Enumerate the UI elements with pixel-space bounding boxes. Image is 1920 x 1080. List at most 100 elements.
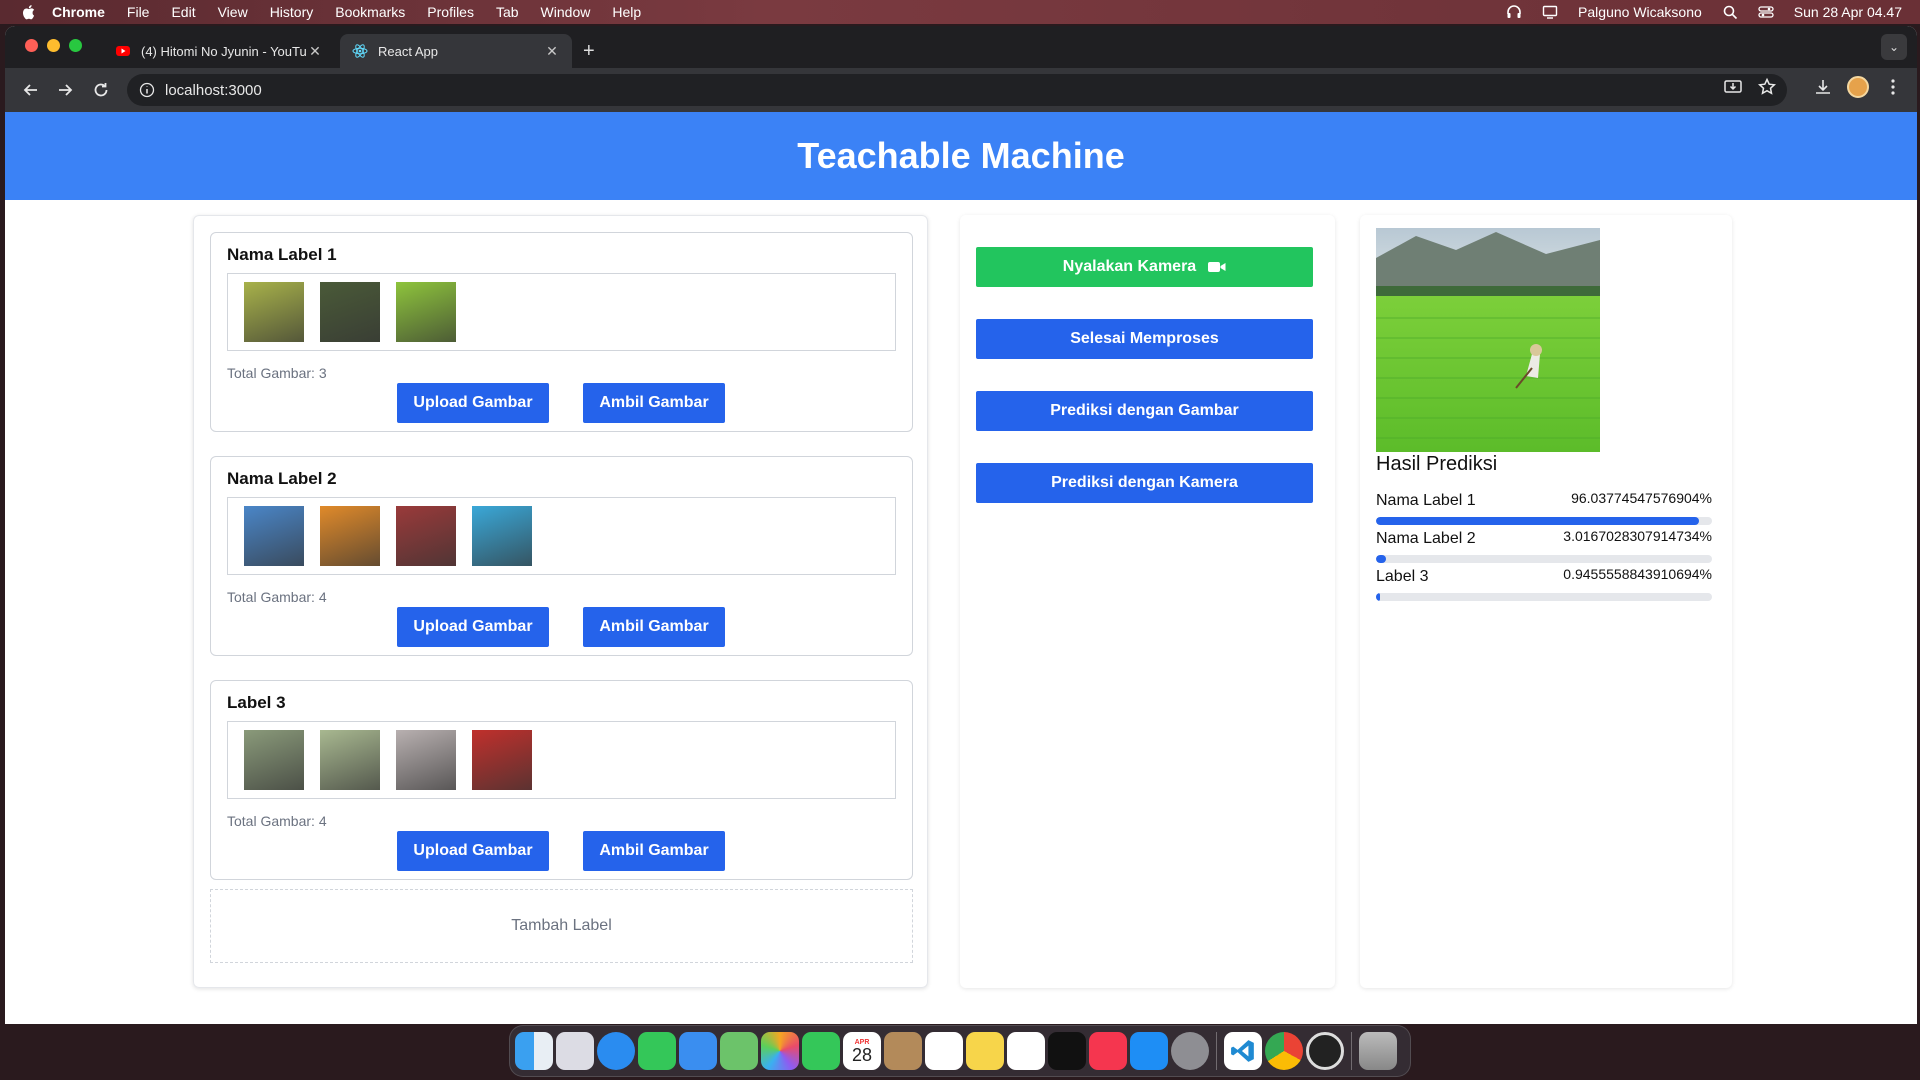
prediction-label: Nama Label 2 — [1376, 530, 1476, 547]
obs-icon[interactable] — [1306, 1032, 1344, 1070]
close-tab-icon[interactable]: ✕ — [307, 43, 323, 60]
chrome-icon[interactable] — [1265, 1032, 1303, 1070]
menu-bookmarks[interactable]: Bookmarks — [335, 4, 405, 20]
add-label-button[interactable]: Tambah Label — [210, 889, 913, 963]
menu-file[interactable]: File — [127, 4, 150, 20]
prediction-label: Label 3 — [1376, 568, 1429, 585]
label-image-thumbnail[interactable] — [244, 506, 304, 566]
photos-icon[interactable] — [761, 1032, 799, 1070]
upload-image-button[interactable]: Upload Gambar — [397, 831, 549, 871]
label-image-thumbnail[interactable] — [244, 282, 304, 342]
minimize-window-button[interactable] — [47, 39, 60, 52]
label-image-thumbnail[interactable] — [320, 506, 380, 566]
label-image-thumbnail[interactable] — [320, 282, 380, 342]
facetime-icon[interactable] — [802, 1032, 840, 1070]
label-image-thumbnail[interactable] — [472, 730, 532, 790]
label-name[interactable]: Label 3 — [227, 693, 286, 713]
maps-icon[interactable] — [720, 1032, 758, 1070]
label-card: Nama Label 1 Total Gambar: 3 Upload Gamb… — [210, 232, 913, 432]
tab-youtube[interactable]: (4) Hitomi No Jyunin - YouTube ✕ — [103, 34, 335, 68]
menu-profiles[interactable]: Profiles — [427, 4, 474, 20]
prediction-value: 0.9455558843910694% — [1563, 566, 1712, 582]
finder-icon[interactable] — [515, 1032, 553, 1070]
menu-datetime[interactable]: Sun 28 Apr 04.47 — [1794, 4, 1902, 20]
menu-edit[interactable]: Edit — [171, 4, 195, 20]
site-info-icon[interactable] — [139, 82, 155, 98]
music-icon[interactable] — [1089, 1032, 1127, 1070]
prediction-progress-track — [1376, 555, 1712, 563]
capture-image-button[interactable]: Ambil Gambar — [583, 607, 725, 647]
prediction-label: Nama Label 1 — [1376, 492, 1476, 509]
label-image-thumbnail[interactable] — [320, 730, 380, 790]
vscode-icon[interactable] — [1224, 1032, 1262, 1070]
label-card: Nama Label 2 Total Gambar: 4 Upload Gamb… — [210, 456, 913, 656]
capture-image-button[interactable]: Ambil Gambar — [583, 831, 725, 871]
spotlight-search-icon[interactable] — [1722, 4, 1738, 20]
prediction-value: 96.03774547576904% — [1571, 490, 1712, 506]
tab-search-icon[interactable]: ⌄ — [1881, 34, 1907, 60]
reminders-icon[interactable] — [925, 1032, 963, 1070]
launchpad-icon[interactable] — [556, 1032, 594, 1070]
menu-help[interactable]: Help — [612, 4, 641, 20]
youtube-icon — [116, 46, 130, 56]
notes-icon[interactable] — [966, 1032, 1004, 1070]
label-name[interactable]: Nama Label 1 — [227, 245, 337, 265]
settings-icon[interactable] — [1171, 1032, 1209, 1070]
messages-icon[interactable] — [638, 1032, 676, 1070]
apple-icon[interactable] — [20, 3, 38, 21]
freeform-icon[interactable] — [1007, 1032, 1045, 1070]
appstore-icon[interactable] — [1130, 1032, 1168, 1070]
forward-button[interactable] — [51, 76, 79, 104]
label-image-thumbnail[interactable] — [396, 506, 456, 566]
menu-app-name[interactable]: Chrome — [52, 4, 105, 20]
contacts-icon[interactable] — [884, 1032, 922, 1070]
vscode-logo-icon — [1231, 1040, 1254, 1062]
label-image-thumbnail[interactable] — [244, 730, 304, 790]
tab-react-app[interactable]: React App ✕ — [340, 34, 572, 68]
address-bar[interactable]: localhost:3000 — [127, 74, 1787, 106]
label-image-thumbnail[interactable] — [396, 282, 456, 342]
prediction-progress-fill — [1376, 555, 1387, 563]
close-window-button[interactable] — [25, 39, 38, 52]
video-camera-icon — [1208, 262, 1226, 272]
mail-icon[interactable] — [679, 1032, 717, 1070]
capture-image-button[interactable]: Ambil Gambar — [583, 383, 725, 423]
start-camera-button[interactable]: Nyalakan Kamera — [976, 247, 1313, 287]
reload-button[interactable] — [87, 76, 115, 104]
safari-icon[interactable] — [597, 1032, 635, 1070]
prediction-row: Label 3 0.9455558843910694% — [1376, 566, 1712, 604]
menu-history[interactable]: History — [270, 4, 314, 20]
profile-avatar[interactable] — [1847, 76, 1869, 98]
zoom-window-button[interactable] — [69, 39, 82, 52]
new-tab-icon[interactable]: + — [583, 40, 595, 63]
prediction-panel: Hasil Prediksi Nama Label 1 96.037745475… — [1360, 215, 1732, 988]
url-text[interactable]: localhost:3000 — [165, 82, 262, 99]
predict-image-button[interactable]: Prediksi dengan Gambar — [976, 391, 1313, 431]
upload-image-button[interactable]: Upload Gambar — [397, 383, 549, 423]
finish-processing-button[interactable]: Selesai Memproses — [976, 319, 1313, 359]
browser-toolbar: localhost:3000 — [5, 68, 1917, 112]
trash-icon[interactable] — [1359, 1032, 1397, 1070]
label-name[interactable]: Nama Label 2 — [227, 469, 337, 489]
close-tab-icon[interactable]: ✕ — [544, 43, 560, 60]
upload-image-button[interactable]: Upload Gambar — [397, 607, 549, 647]
control-center-icon[interactable] — [1758, 4, 1774, 20]
menu-window[interactable]: Window — [541, 4, 591, 20]
image-strip — [227, 721, 896, 799]
install-app-icon[interactable] — [1723, 77, 1743, 97]
label-image-thumbnail[interactable] — [472, 506, 532, 566]
menu-user-name[interactable]: Palguno Wicaksono — [1578, 4, 1702, 20]
calendar-icon[interactable]: APR 28 — [843, 1032, 881, 1070]
back-button[interactable] — [17, 76, 45, 104]
menu-tab[interactable]: Tab — [496, 4, 519, 20]
tab-strip: (4) Hitomi No Jyunin - YouTube ✕ React A… — [5, 26, 1917, 68]
download-icon[interactable] — [1813, 77, 1833, 97]
label-image-thumbnail[interactable] — [396, 730, 456, 790]
more-menu-icon[interactable] — [1883, 77, 1903, 97]
headphones-icon[interactable] — [1506, 4, 1522, 20]
predict-camera-button[interactable]: Prediksi dengan Kamera — [976, 463, 1313, 503]
bookmark-star-icon[interactable] — [1757, 77, 1777, 97]
display-icon[interactable] — [1542, 4, 1558, 20]
tv-icon[interactable] — [1048, 1032, 1086, 1070]
menu-view[interactable]: View — [218, 4, 248, 20]
